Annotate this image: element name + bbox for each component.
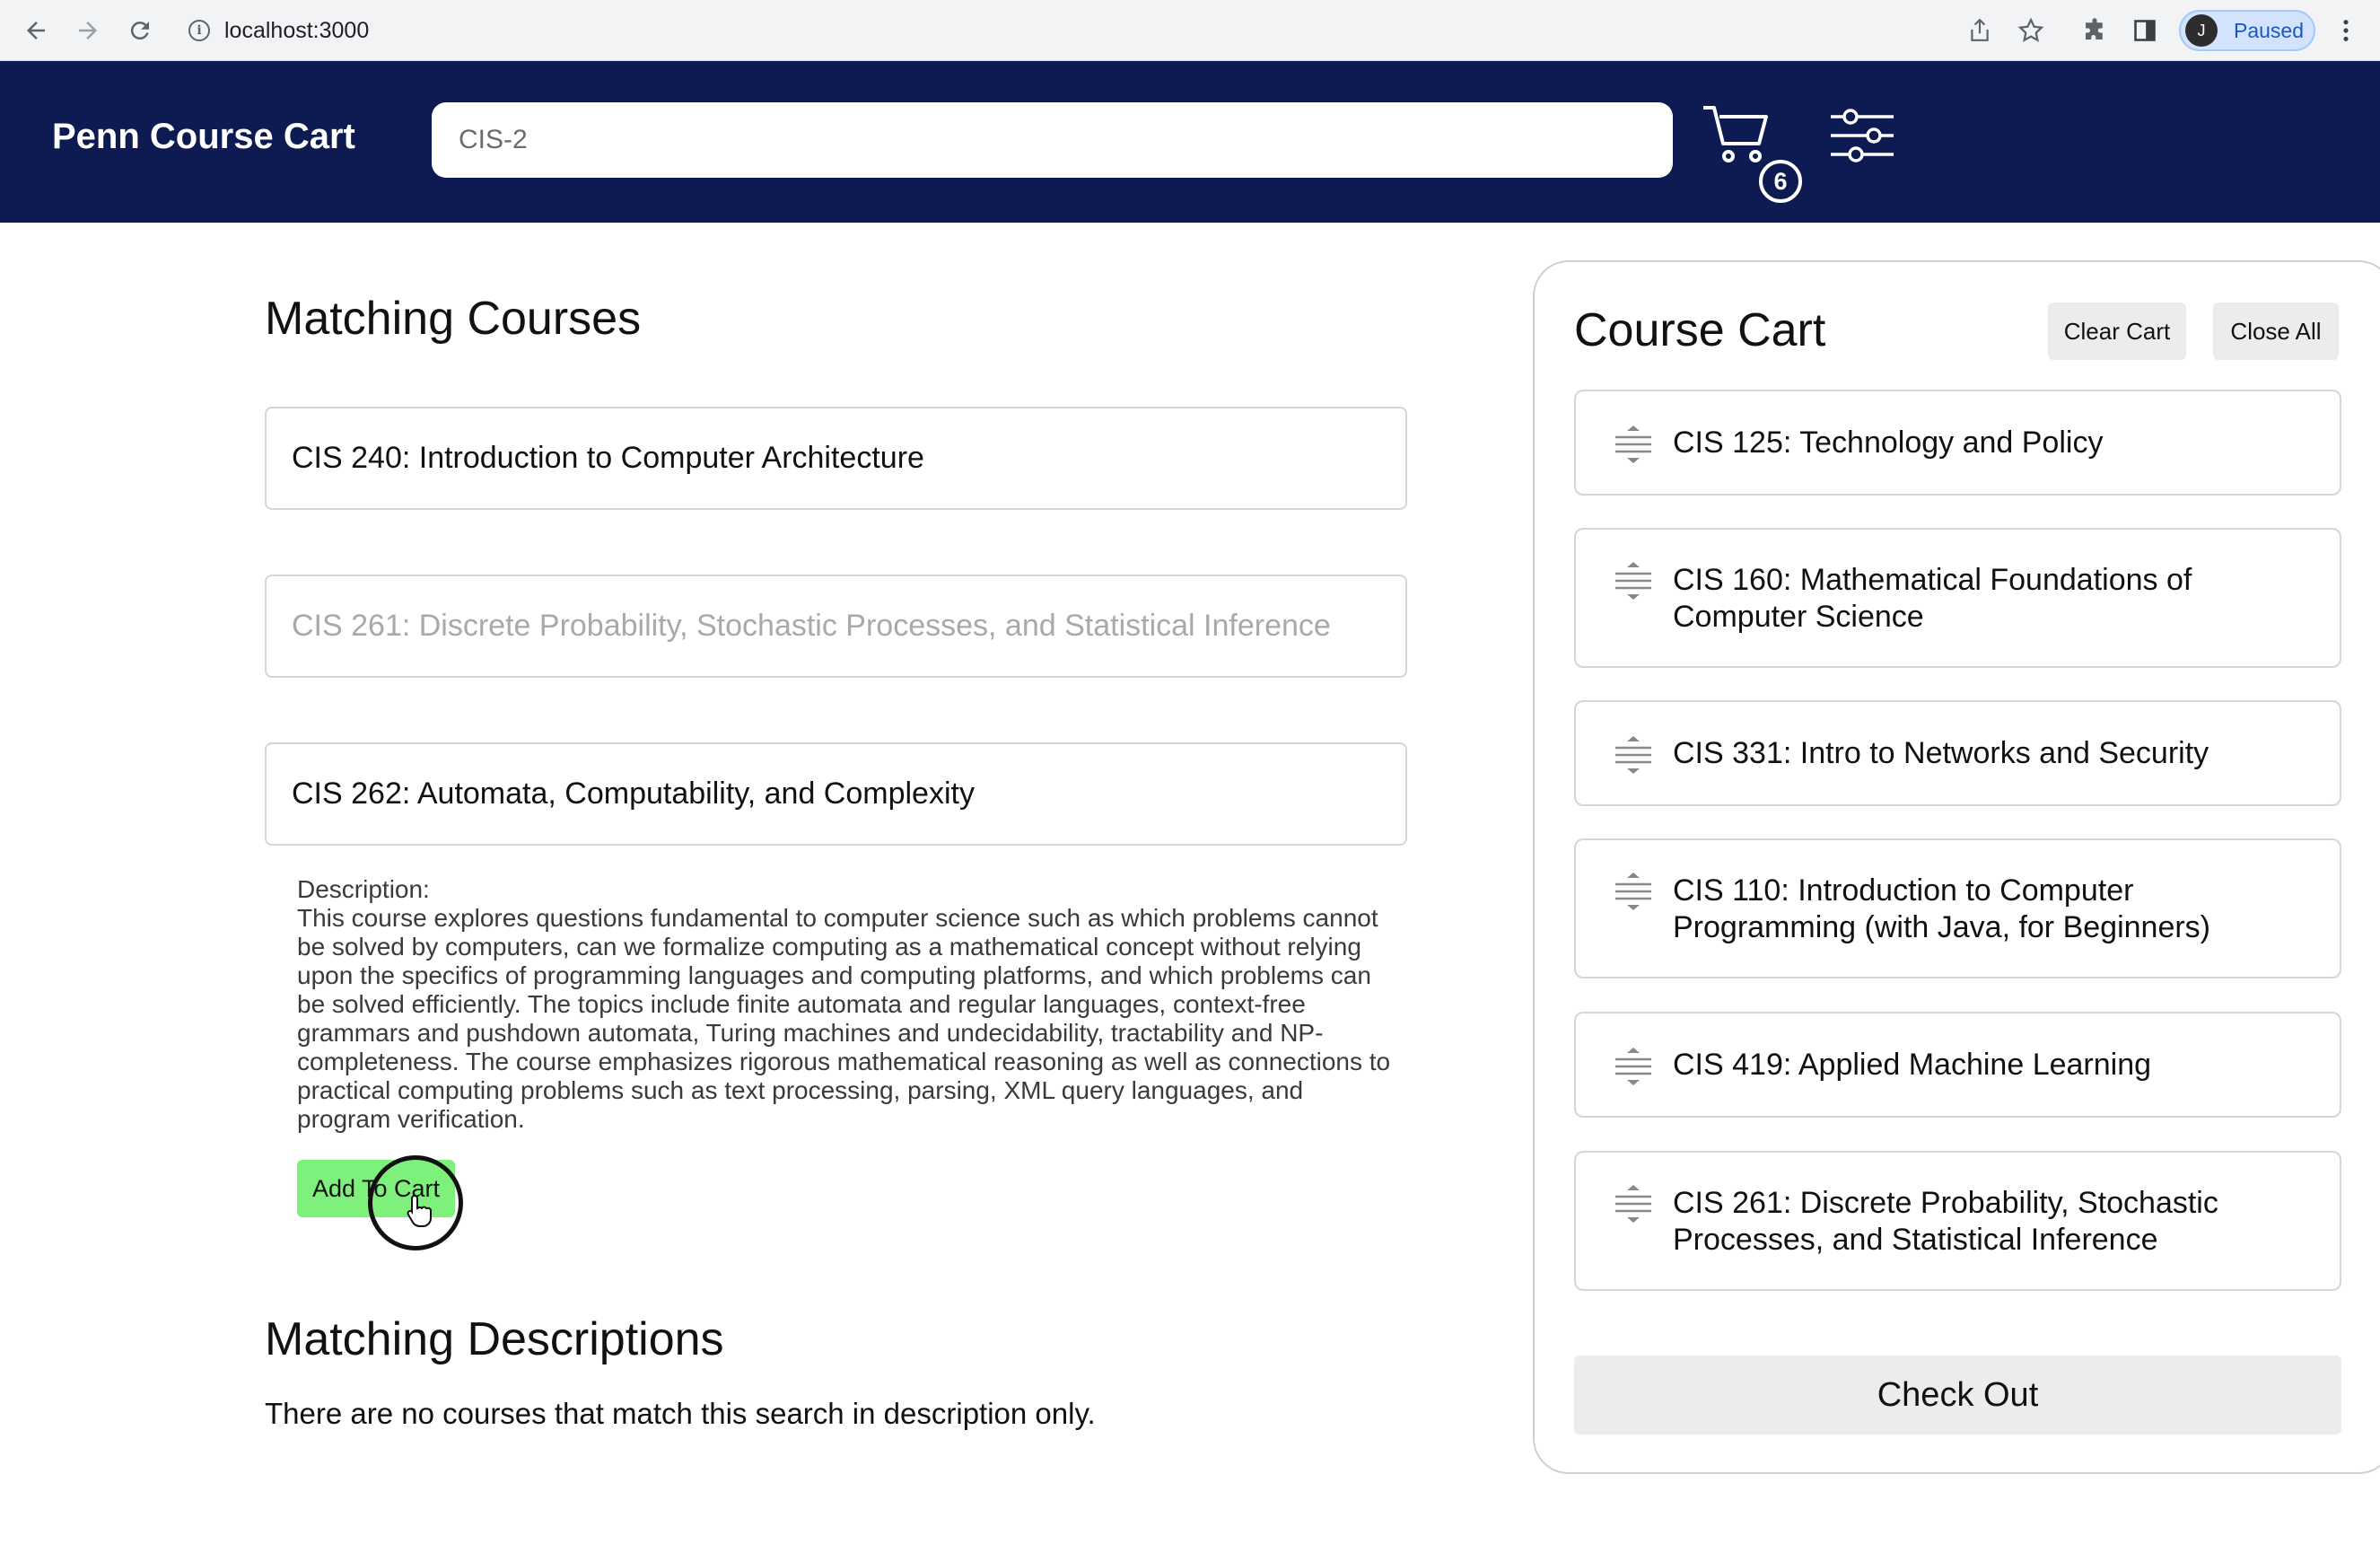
address-bar[interactable]: i localhost:3000 xyxy=(176,8,1971,53)
cart-item-cis160[interactable]: CIS 160: Mathematical Foundations of Com… xyxy=(1574,528,2341,668)
drag-handle-icon[interactable] xyxy=(1614,734,1653,776)
cart-item-label: CIS 419: Applied Machine Learning xyxy=(1673,1048,2152,1082)
course-row-cis262[interactable]: CIS 262: Automata, Computability, and Co… xyxy=(265,742,1407,846)
drag-handle-icon[interactable] xyxy=(1614,424,1653,465)
extensions-icon[interactable] xyxy=(2078,14,2111,47)
cart-button[interactable]: 6 xyxy=(1702,102,1809,203)
cart-title: Course Cart xyxy=(1574,304,1826,356)
description-text: This course explores questions fundament… xyxy=(297,904,1391,1133)
drag-handle-icon[interactable] xyxy=(1614,560,1653,601)
no-match-message: There are no courses that match this sea… xyxy=(265,1397,1096,1430)
drag-handle-icon[interactable] xyxy=(1614,1046,1653,1087)
cart-item-cis125[interactable]: CIS 125: Technology and Policy xyxy=(1574,390,2341,496)
bookmark-star-icon[interactable] xyxy=(2015,14,2047,47)
cart-item-cis331[interactable]: CIS 331: Intro to Networks and Security xyxy=(1574,700,2341,806)
cart-icon xyxy=(1703,106,1768,162)
close-all-button[interactable]: Close All xyxy=(2213,303,2339,360)
cart-item-label: CIS 110: Introduction to Computer Progra… xyxy=(1673,873,2211,944)
back-arrow-icon[interactable] xyxy=(18,13,54,48)
cart-item-cis419[interactable]: CIS 419: Applied Machine Learning xyxy=(1574,1012,2341,1118)
course-description: Description: This course explores questi… xyxy=(297,875,1401,1134)
share-icon[interactable] xyxy=(1964,14,1996,47)
matching-descriptions-title: Matching Descriptions xyxy=(265,1313,724,1365)
cart-count-badge: 6 xyxy=(1759,160,1802,203)
menu-dots-icon[interactable] xyxy=(2330,14,2362,47)
course-row-cis261[interactable]: CIS 261: Discrete Probability, Stochasti… xyxy=(265,575,1407,678)
filter-button[interactable] xyxy=(1829,106,1901,178)
check-out-button[interactable]: Check Out xyxy=(1574,1356,2341,1435)
forward-arrow-icon[interactable] xyxy=(70,13,106,48)
avatar: J xyxy=(2185,14,2218,47)
app-header: Penn Course Cart 6 xyxy=(0,61,2380,223)
cart-item-cis261[interactable]: CIS 261: Discrete Probability, Stochasti… xyxy=(1574,1151,2341,1291)
reload-icon[interactable] xyxy=(122,13,158,48)
cart-item-label: CIS 160: Mathematical Foundations of Com… xyxy=(1673,563,2192,634)
browser-toolbar: i localhost:3000 J Paused xyxy=(0,0,2380,61)
info-icon[interactable]: i xyxy=(188,20,210,41)
search-input[interactable] xyxy=(432,102,1673,178)
course-row-cis240[interactable]: CIS 240: Introduction to Computer Archit… xyxy=(265,407,1407,510)
profile-status: Paused xyxy=(2234,18,2305,42)
cart-item-label: CIS 125: Technology and Policy xyxy=(1673,426,2104,460)
brand-title[interactable]: Penn Course Cart xyxy=(52,117,355,157)
description-label: Description: xyxy=(297,875,430,903)
cart-item-label: CIS 331: Intro to Networks and Security xyxy=(1673,736,2209,770)
cart-item-label: CIS 261: Discrete Probability, Stochasti… xyxy=(1673,1186,2218,1257)
clear-cart-button[interactable]: Clear Cart xyxy=(2048,303,2186,360)
matching-courses-title: Matching Courses xyxy=(265,293,642,345)
profile-button[interactable]: J Paused xyxy=(2179,10,2315,51)
drag-handle-icon[interactable] xyxy=(1614,871,1653,912)
drag-handle-icon[interactable] xyxy=(1614,1183,1653,1224)
filter-sliders-icon xyxy=(1831,109,1894,162)
cart-item-cis110[interactable]: CIS 110: Introduction to Computer Progra… xyxy=(1574,838,2341,978)
side-panel-icon[interactable] xyxy=(2129,14,2161,47)
pointer-cursor-icon xyxy=(407,1194,432,1227)
url-text: localhost:3000 xyxy=(224,17,370,43)
